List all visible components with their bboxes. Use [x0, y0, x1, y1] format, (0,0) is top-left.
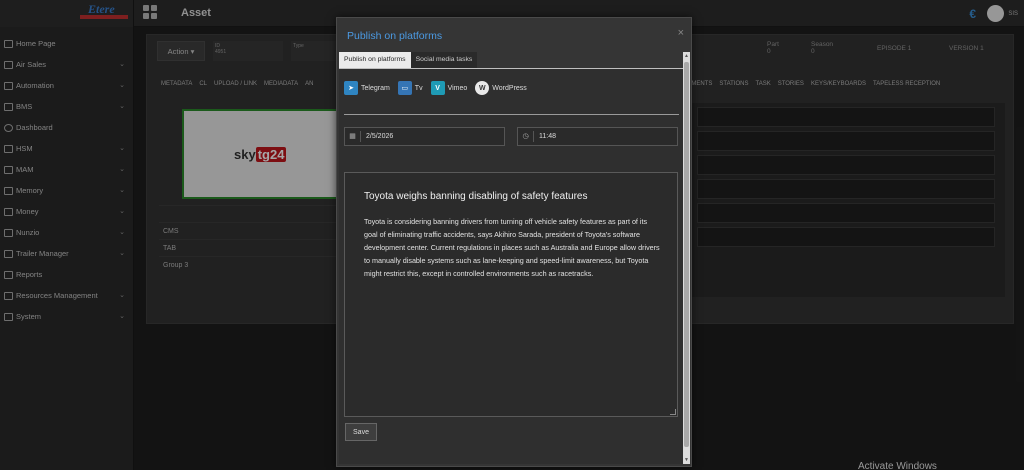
platform-label: Telegram [361, 84, 390, 92]
date-value: 2/5/2026 [366, 133, 394, 140]
wordpress-icon: W [475, 81, 490, 95]
divider [344, 114, 679, 115]
scroll-down-icon[interactable]: ▼ [684, 457, 689, 463]
platform-wordpress[interactable]: W WordPress [475, 81, 527, 95]
modal-scrollbar[interactable]: ▲ ▼ [683, 52, 690, 464]
post-body: Toyota is considering banning drivers fr… [364, 217, 660, 278]
platform-list: ➤ Telegram ▭ Tv V Vimeo W WordPress [344, 81, 527, 95]
scroll-up-icon[interactable]: ▲ [684, 53, 689, 59]
publish-panel: ➤ Telegram ▭ Tv V Vimeo W WordPress ▦ 2/5/2026 … [339, 68, 685, 464]
platform-label: Vimeo [447, 84, 468, 92]
post-title: Toyota weighs banning disabling of safet… [364, 191, 588, 202]
calendar-icon: ▦ [345, 131, 361, 142]
telegram-icon: ➤ [344, 81, 358, 95]
platform-label: WordPress [492, 84, 527, 92]
modal-title: Publish on platforms [347, 30, 443, 42]
modal-header: Publish on platforms × [337, 18, 691, 52]
platform-vimeo[interactable]: V Vimeo [430, 81, 468, 95]
time-field[interactable]: ◷ 11:48 [517, 127, 678, 146]
modal-body: Publish on platforms Social media tasks ➤… [339, 52, 685, 464]
close-icon[interactable]: × [678, 27, 684, 39]
tab-publish-on-platforms[interactable]: Publish on platforms [339, 52, 411, 68]
date-field[interactable]: ▦ 2/5/2026 [344, 127, 505, 146]
modal-tabs: Publish on platforms Social media tasks [339, 52, 685, 68]
platform-tv[interactable]: ▭ Tv [397, 81, 423, 95]
vimeo-icon: V [430, 81, 445, 95]
activation-watermark: Activate Windows [858, 461, 937, 470]
tv-icon: ▭ [397, 81, 412, 95]
platform-telegram[interactable]: ➤ Telegram [344, 81, 390, 95]
publish-modal: Publish on platforms × Publish on platfo… [336, 17, 692, 467]
save-button[interactable]: Save [345, 423, 377, 441]
clock-icon: ◷ [518, 131, 534, 142]
resize-handle[interactable] [670, 409, 676, 415]
time-value: 11:48 [539, 133, 556, 140]
scrollbar-thumb[interactable] [684, 62, 689, 447]
post-editor[interactable]: Toyota weighs banning disabling of safet… [344, 172, 678, 417]
tab-social-media-tasks[interactable]: Social media tasks [410, 52, 478, 68]
platform-label: Tv [414, 84, 423, 92]
